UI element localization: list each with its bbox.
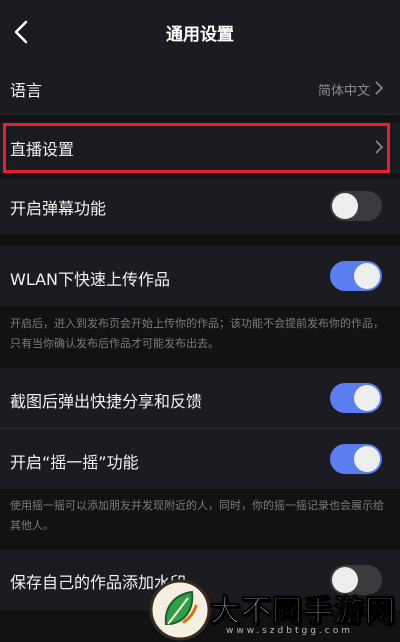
language-label: 语言	[10, 81, 43, 100]
shake-note: 使用摇一摇可以添加朋友并发现附近的人，同时，你的摇一摇记录也会展示给其他人。	[10, 499, 384, 532]
toggle-knob	[354, 385, 380, 411]
danmaku-toggle[interactable]	[330, 191, 382, 221]
danmaku-row: 开启弹幕功能	[0, 178, 400, 234]
screenshot-share-row: 截图后弹出快捷分享和反馈	[0, 368, 400, 428]
watermark-title: 大不同手游网	[210, 594, 396, 630]
wlan-upload-note: 开启后，进入到发布页会开始上传你的作品；该功能不会提前发布你的作品，只有当你确认…	[10, 317, 384, 350]
wlan-upload-row: WLAN下快速上传作品	[0, 246, 400, 306]
leaf-logo-icon	[149, 579, 211, 641]
divider	[0, 114, 400, 115]
toggle-knob	[354, 263, 380, 289]
language-row[interactable]: 语言 简体中文	[0, 62, 400, 114]
wlan-upload-label: WLAN下快速上传作品	[10, 270, 171, 289]
page-title: 通用设置	[166, 25, 234, 45]
language-value: 简体中文	[317, 84, 370, 99]
toggle-knob	[332, 193, 358, 219]
wlan-upload-toggle[interactable]	[330, 261, 382, 291]
nav-bar: 通用设置	[0, 0, 400, 62]
toggle-knob	[354, 446, 380, 472]
screenshot-share-label: 截图后弹出快捷分享和反馈	[10, 392, 203, 411]
site-watermark-logo: 大不同手游网 www.szdbtgg.com	[148, 578, 400, 642]
shake-row: 开启“摇一摇”功能	[0, 429, 400, 489]
screenshot-share-toggle[interactable]	[330, 383, 382, 413]
watermark-url: www.szdbtgg.com	[226, 626, 353, 636]
danmaku-label: 开启弹幕功能	[10, 199, 107, 218]
shake-toggle[interactable]	[330, 444, 382, 474]
highlight-box	[3, 123, 390, 173]
chevron-right-icon	[375, 81, 384, 95]
shake-label: 开启“摇一摇”功能	[10, 453, 139, 472]
